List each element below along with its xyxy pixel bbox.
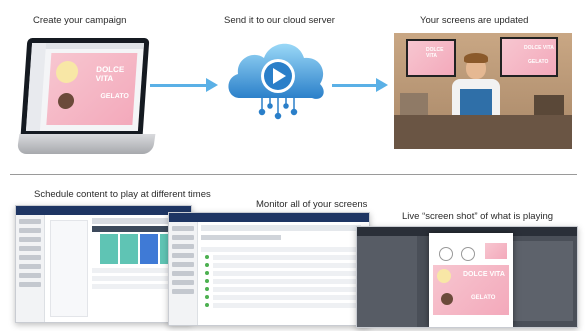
- caption-screens-updated: Your screens are updated: [420, 15, 529, 26]
- live-promo-preview: DOLCE VITA GELATO: [433, 265, 509, 315]
- cafe-photo: DOLCE VITA DOLCE VITA GELATO: [394, 33, 572, 149]
- wall-screen-left: DOLCE VITA: [406, 39, 456, 77]
- live-screenshot-modal: DOLCE VITA GELATO: [429, 233, 513, 327]
- laptop-screen: DOLCE VITA GELATO: [20, 38, 150, 136]
- caption-schedule: Schedule content to play at different ti…: [34, 189, 211, 200]
- promo-preview-laptop: DOLCE VITA GELATO: [46, 53, 138, 125]
- caption-monitor: Monitor all of your screens: [256, 199, 368, 210]
- schedule-window: [15, 205, 192, 323]
- laptop-app-preview: DOLCE VITA GELATO: [25, 43, 145, 131]
- live-screenshot-window: DOLCE VITA GELATO: [356, 226, 578, 328]
- section-divider: [10, 174, 577, 175]
- caption-create-campaign: Create your campaign: [33, 15, 127, 26]
- cloud-play-icon: [228, 43, 324, 120]
- caption-live-screenshot: Live “screen shot” of what is playing: [402, 211, 554, 222]
- laptop-base: [16, 134, 156, 154]
- monitor-window: [168, 212, 370, 326]
- caption-send-cloud: Send it to our cloud server: [224, 15, 335, 26]
- wall-screen-right: DOLCE VITA GELATO: [500, 37, 558, 77]
